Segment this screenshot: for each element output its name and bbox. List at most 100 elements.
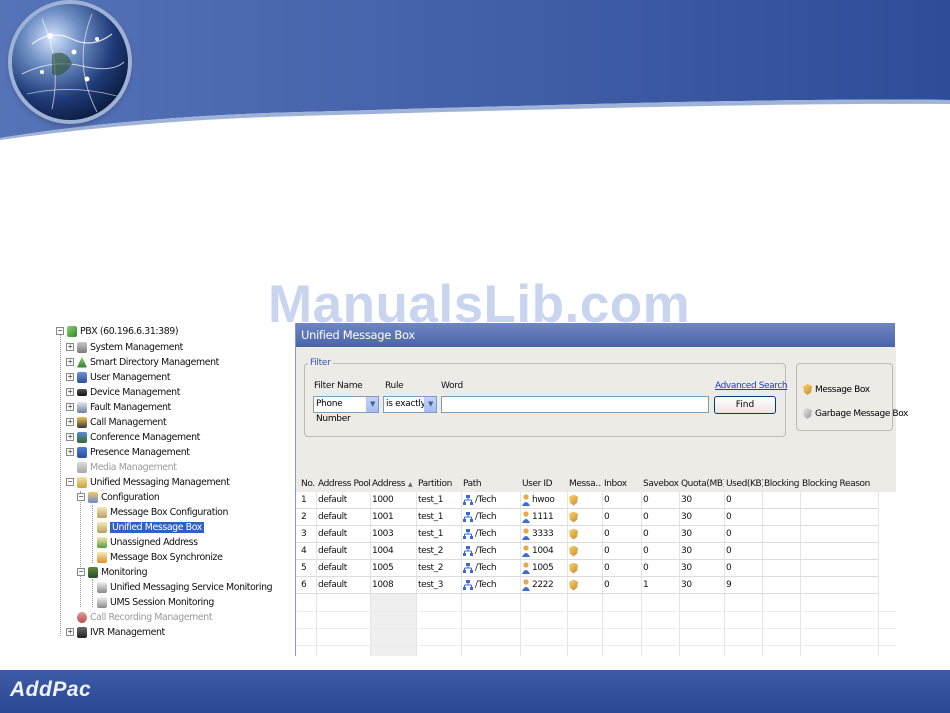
cell-path: /Tech: [461, 526, 497, 542]
conference-icon: [77, 431, 87, 443]
column-header-address[interactable]: Address ▲: [370, 477, 416, 492]
tree-item-call-management[interactable]: + Call Management: [66, 415, 167, 429]
tree-item-unassigned-address[interactable]: Unassigned Address: [97, 535, 198, 549]
expand-icon[interactable]: +: [66, 628, 74, 636]
expand-icon[interactable]: +: [66, 373, 74, 381]
organization-icon: [463, 511, 473, 523]
cell-quota: 30: [681, 512, 692, 522]
recording-icon: [77, 611, 87, 623]
message-box-icon: [97, 521, 107, 533]
cell-blocking: [762, 543, 764, 559]
table-row[interactable]: 3 default 1003 test_1/Tech 3333 0 0 30 0: [296, 526, 878, 543]
cell-user-id: 2222: [520, 577, 554, 593]
cell-savebox: 0: [643, 512, 649, 522]
table-row[interactable]: 6 default 1008 test_3/Tech 2222 0 1 30 9: [296, 577, 878, 594]
cell-address: 1003: [372, 529, 394, 539]
cell-blocking-reason: [800, 492, 802, 508]
tree-item-ums-session-monitoring[interactable]: UMS Session Monitoring: [97, 595, 214, 609]
column-header-used[interactable]: Used(KB): [724, 477, 763, 492]
tree-item-ivr-management[interactable]: + IVR Management: [66, 625, 165, 639]
column-header-blocking-reason[interactable]: Blocking Reason: [800, 477, 882, 492]
user-icon: [522, 562, 530, 574]
expand-icon[interactable]: +: [66, 358, 74, 366]
cell-address: 1001: [372, 512, 394, 522]
tree-item-monitoring[interactable]: − Monitoring: [77, 565, 148, 579]
box-type-panel: Message Box Garbage Message Box: [796, 363, 908, 431]
tree-item-unified-messaging-management[interactable]: − Unified Messaging Management: [66, 475, 230, 489]
tree-item-unified-message-box[interactable]: Unified Message Box: [97, 520, 204, 534]
expand-icon[interactable]: +: [66, 388, 74, 396]
tree-item-call-recording-management[interactable]: Call Recording Management: [77, 610, 213, 624]
table-row[interactable]: 5 default 1005 test_2/Tech 1005 0 0 30 0: [296, 560, 878, 577]
message-box-option[interactable]: Message Box: [803, 384, 870, 395]
column-header-path[interactable]: Path: [461, 477, 520, 492]
column-header-quota[interactable]: Quota(MB): [679, 477, 724, 492]
garbage-box-icon: [803, 408, 812, 419]
collapse-icon[interactable]: −: [77, 568, 85, 576]
advanced-search-link[interactable]: Advanced Search: [715, 381, 788, 391]
ivr-icon: [77, 626, 87, 638]
cell-address-pool: default: [318, 495, 347, 505]
word-input[interactable]: [441, 396, 709, 413]
cell-user-id: 1004: [520, 543, 554, 559]
collapse-icon[interactable]: −: [66, 478, 74, 486]
tree-item-smart-directory-management[interactable]: + Smart Directory Management: [66, 355, 219, 369]
tree-item-presence-management[interactable]: + Presence Management: [66, 445, 190, 459]
tree-item-media-management[interactable]: Media Management: [77, 460, 177, 474]
expand-icon[interactable]: +: [66, 433, 74, 441]
column-header-inbox[interactable]: Inbox: [602, 477, 641, 492]
user-icon: [522, 494, 530, 506]
config-icon: [88, 491, 98, 503]
column-header-address-pool[interactable]: Address Pool: [316, 477, 370, 492]
tree-item-device-management[interactable]: + Device Management: [66, 385, 180, 399]
top-banner: [0, 0, 950, 140]
cell-address-pool: default: [318, 529, 347, 539]
table-row[interactable]: 2 default 1001 test_1/Tech 1111 0 0 30 0: [296, 509, 878, 526]
tree-item-system-management[interactable]: + System Management: [66, 340, 183, 354]
expand-icon[interactable]: +: [66, 343, 74, 351]
column-header-partition[interactable]: Partition: [416, 477, 461, 492]
cell-message: [567, 492, 578, 508]
filter-name-select[interactable]: Phone Number ▼: [313, 396, 379, 424]
server-icon: [77, 341, 87, 353]
device-icon: [77, 388, 87, 396]
column-header-blocking[interactable]: Blocking: [762, 477, 800, 492]
collapse-icon[interactable]: −: [56, 327, 64, 335]
column-header-user-id[interactable]: User ID: [520, 477, 567, 492]
cell-savebox: 0: [643, 529, 649, 539]
chevron-down-icon[interactable]: ▼: [424, 397, 436, 412]
tree-item-fault-management[interactable]: + Fault Management: [66, 400, 171, 414]
table-row[interactable]: 4 default 1004 test_2/Tech 1004 0 0 30 0: [296, 543, 878, 560]
tree-item-user-management[interactable]: + User Management: [66, 370, 171, 384]
expand-icon[interactable]: +: [66, 403, 74, 411]
table-row[interactable]: 1 default 1000 test_1/Tech hwoo 0 0 30 0: [296, 492, 878, 509]
tree-item-message-box-synchronize[interactable]: Message Box Synchronize: [97, 550, 223, 564]
expand-icon[interactable]: +: [66, 448, 74, 456]
cell-used: 0: [726, 512, 732, 522]
cell-message: [567, 543, 578, 559]
cell-quota: 30: [681, 546, 692, 556]
column-header-savebox[interactable]: Savebox: [641, 477, 679, 492]
word-label: Word: [441, 381, 463, 391]
rule-select[interactable]: is exactly ▼: [383, 396, 437, 413]
cell-inbox: 0: [604, 546, 610, 556]
cell-blocking-reason: [800, 577, 802, 593]
cell-used: 0: [726, 529, 732, 539]
tree-root-label: PBX (60.196.6.31:389): [80, 325, 179, 337]
chevron-down-icon[interactable]: ▼: [366, 397, 378, 412]
find-button[interactable]: Find: [714, 396, 776, 414]
globe-logo-icon: [12, 4, 128, 120]
garbage-box-option[interactable]: Garbage Message Box: [803, 408, 908, 419]
tree-root[interactable]: − PBX (60.196.6.31:389): [56, 324, 179, 338]
column-header-message[interactable]: Messa…: [567, 477, 602, 492]
cell-used: 0: [726, 546, 732, 556]
expand-icon[interactable]: +: [66, 418, 74, 426]
tree-item-unified-messaging-service-monitoring[interactable]: Unified Messaging Service Monitoring: [97, 580, 273, 594]
tree-item-configuration[interactable]: − Configuration: [77, 490, 160, 504]
users-icon: [77, 371, 87, 383]
tree-item-conference-management[interactable]: + Conference Management: [66, 430, 200, 444]
column-header-no[interactable]: No.: [299, 477, 317, 492]
collapse-icon[interactable]: −: [77, 493, 85, 501]
message-box-icon: [569, 562, 578, 574]
tree-item-message-box-configuration[interactable]: Message Box Configuration: [97, 505, 228, 519]
